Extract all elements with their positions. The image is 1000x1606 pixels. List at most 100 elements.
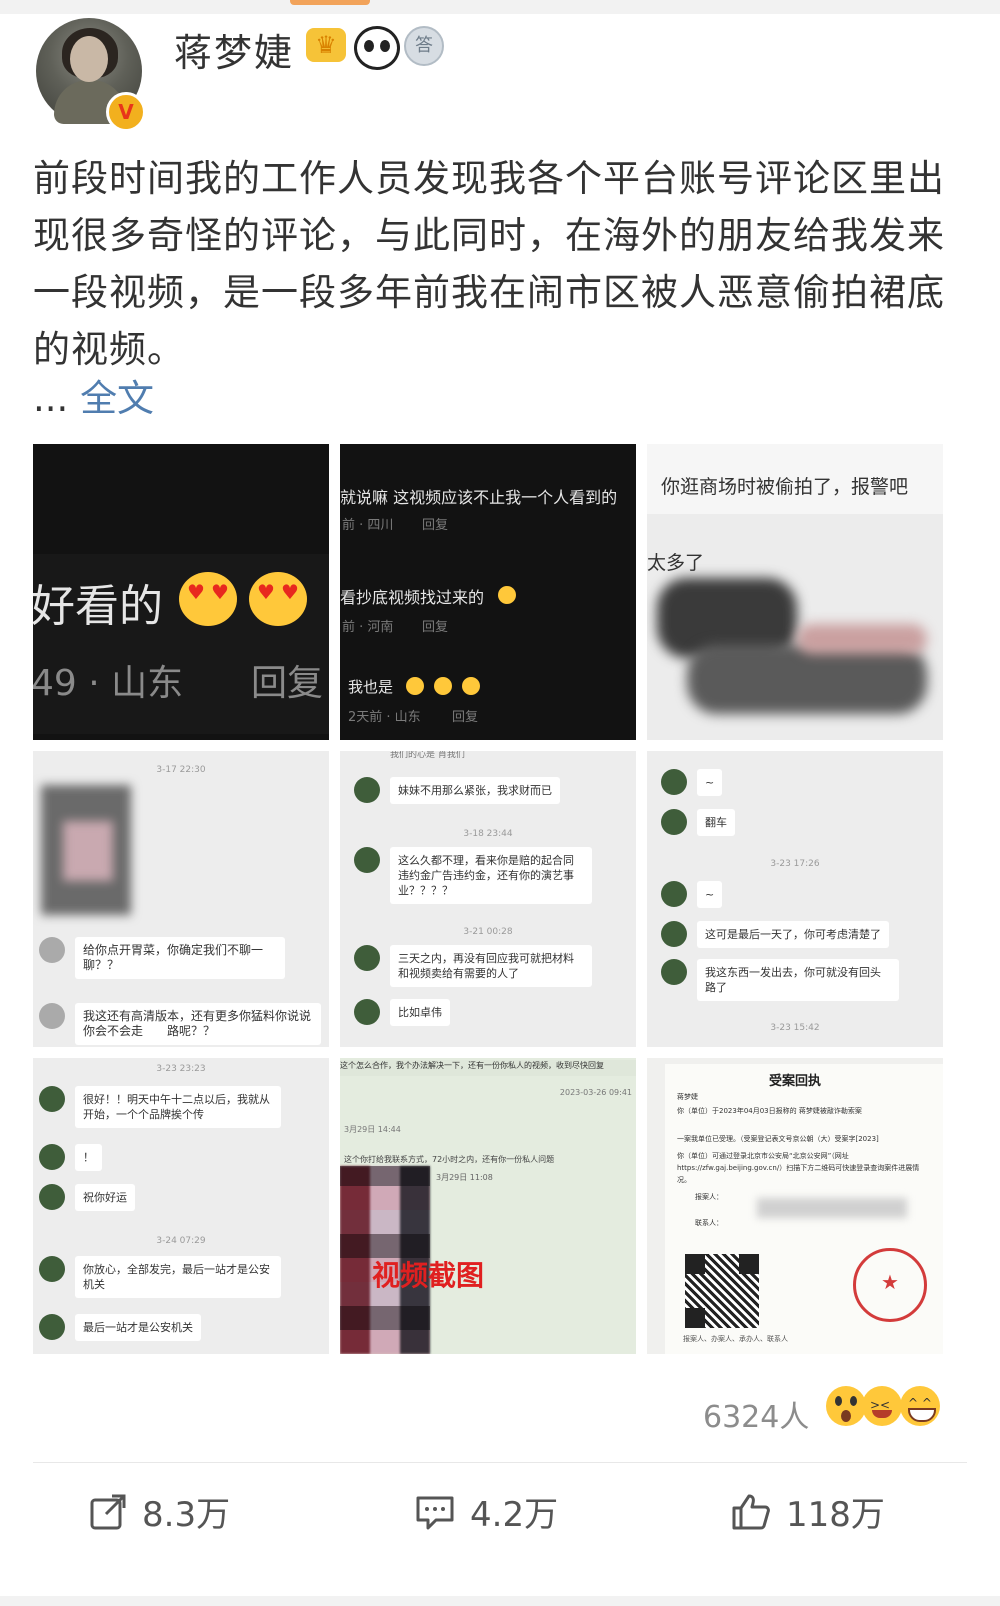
img4-time: 3-17 22:30 [156,765,206,775]
receipt-body-2: 你（单位）可通过登录北京市公安局“北京公安网”（网址 https://zfw.g… [677,1152,920,1184]
chat-bubble: ~ [697,769,723,796]
img2-comment-2: 看抄底视频找过来的 [340,588,485,607]
like-button[interactable]: 118万 [730,1487,885,1536]
ellipsis: ... [33,377,69,420]
img3-line2: 太多了 [647,552,705,574]
chat-bubble: 你放心，全部发完，最后一站才是公安机关 [75,1256,281,1298]
img1-reply: 回复 [251,663,324,704]
surprised-emoji-icon[interactable] [826,1386,866,1426]
image-2[interactable]: 就说嘛 这视频应该不止我一个人看到的 前 · 四川 回复 看抄底视频找过来的 前… [340,444,636,740]
img5-top: 我们的心是 肖我们 [390,751,465,760]
contact-avatar [39,937,65,963]
img8-sub2: 3月29日 14:44 [344,1125,401,1134]
img8-sub1: 2023-03-26 09:41 [559,1088,632,1097]
crown-icon[interactable]: ♛ [306,28,346,62]
thinking-emoji-icon [498,586,516,604]
image-9[interactable]: 受案回执 蒋梦婕 你（单位）于2023年04月03日报称的 蒋梦婕被敲诈勒索案 … [647,1058,943,1354]
contact-avatar [39,1314,65,1340]
contact-avatar [661,881,687,907]
contact-avatar [661,809,687,835]
image-6[interactable]: ~ 翻车 3-23 17:26 ~ 这可是最后一天了，你可考虑清楚了 我这东西一… [647,751,943,1047]
receipt-date: 你（单位）于2023年04月03日报称的 蒋梦婕被敲诈勒索案 [677,1107,862,1115]
police-stamp-icon: ★ [853,1248,927,1322]
chat-row: 这可是最后一天了，你可考虑清楚了 [661,921,889,948]
chat-row: 翻车 [661,809,735,836]
chat-bubble: 祝你好运 [75,1184,135,1211]
chat-bubble: 翻车 [697,809,735,836]
receipt-name: 蒋梦婕 [677,1093,698,1101]
chat-bubble: 这可是最后一天了，你可考虑清楚了 [697,921,889,948]
full-text-link[interactable]: 全文 [80,377,154,420]
divider [33,1462,967,1463]
chat-row: 你放心，全部发完，最后一站才是公安机关 [39,1256,281,1298]
post-text: 前段时间我的工作人员发现我各个平台账号评论区里出现很多奇怪的评论，与此同时，在海… [33,157,945,371]
chat-bubble: 给你点开胃菜，你确定我们不聊一聊？？ [75,937,285,979]
contact-avatar [354,999,380,1025]
chat-row: 这么久都不理，看来你是赔的起合同违约金广告违约金，还有你的演艺事业？？？？ [354,847,592,904]
heart-eyes-emoji-icon: ♥ ♥ [179,572,237,626]
img8-line1: 这个你打给我联系方式，72小时之内，还有你一份私人问题 [344,1155,555,1164]
panda-icon[interactable] [354,26,400,70]
read-more: ... 全文 [33,370,154,427]
contact-avatar [39,1086,65,1112]
emoji-icon [462,677,480,695]
img2-reply-1: 回复 [422,518,449,533]
receipt-footer: 报案人、办案人、承办人、联系人 [683,1335,788,1343]
receipt-body-1: 一案我单位已受理。（受案登记表文号京公朝（大）受案字[2023] [677,1135,879,1143]
medal-icon[interactable]: 答 [404,26,444,66]
chat-row: ~ [661,769,723,796]
video-screenshot-overlay: 视频截图 [372,1259,485,1292]
image-7[interactable]: 3-23 23:23 很好！！明天中午十二点以后，我就从 开始，一个个品牌挨个传… [33,1058,329,1354]
comment-icon [416,1496,454,1529]
img2-reply-3: 回复 [452,710,479,725]
img7-time-1: 3-23 23:23 [156,1064,206,1074]
contact-avatar [39,1144,65,1170]
emoji-icon [434,677,452,695]
image-3[interactable]: 你逛商场时被偷拍了，报警吧 太多了 [647,444,943,740]
image-5[interactable]: 我们的心是 肖我们 妹妹不用那么紧张，我求财而已 3-18 23:44 这么久都… [340,751,636,1047]
chat-bubble: 很好！！明天中午十二点以后，我就从 开始，一个个品牌挨个传 [75,1086,292,1128]
receipt-field-1: 报案人： [695,1193,723,1201]
img6-time-1: 3-23 17:26 [770,859,820,869]
grinning-emoji-icon[interactable]: ^ ^ [900,1386,940,1426]
chat-row: ！ [39,1144,102,1171]
chat-row: 给你点开胃菜，你确定我们不聊一聊？？ [39,937,285,979]
thumbs-up-icon [732,1494,770,1529]
chat-bubble: ~ [697,881,723,908]
comment-count: 4.2万 [470,1495,559,1535]
contact-avatar [39,1003,65,1029]
username[interactable]: 蒋梦婕 [174,22,294,77]
top-tab-indicator [290,0,370,5]
chat-bubble: ！ [75,1144,102,1171]
image-8[interactable]: 这个怎么合作，我个办法解决一下，还有一份你私人的视频，收到尽快回复 2023-0… [340,1058,636,1354]
image-1[interactable]: 好看的 ♥ ♥ ♥ ♥ 49 · 山东 回复 [33,444,329,740]
chat-row: ~ [661,881,723,908]
contact-avatar [661,921,687,947]
img2-meta-3: 2天前 · 山东 [348,710,421,725]
img5-time-1: 3-18 23:44 [463,829,513,839]
blurred-photo [63,821,113,881]
img8-header: 这个怎么合作，我个办法解决一下，还有一份你私人的视频，收到尽快回复 [340,1060,636,1076]
laughing-emoji-icon[interactable]: >< [862,1386,902,1426]
reaction-count[interactable]: 6324人 [703,1392,809,1436]
contact-avatar [354,847,380,873]
img8-line2: 3月29日 11:08 [436,1173,493,1182]
contact-avatar [354,945,380,971]
repost-icon [90,1494,126,1529]
img7-time-2: 3-24 07:29 [156,1236,206,1246]
avatar-face [70,36,108,82]
chat-bubble: 我这还有高清版本，还有更多你猛料你说说你会不会走 路呢？？ [75,1003,321,1045]
contact-avatar [39,1256,65,1282]
contact-avatar [354,777,380,803]
img2-comment-1: 就说嘛 这视频应该不止我一个人看到的 [340,488,618,507]
comment-button[interactable]: 4.2万 [414,1487,558,1536]
chat-bubble: 这么久都不理，看来你是赔的起合同违约金广告违约金，还有你的演艺事业？？？？ [390,847,592,904]
emoji-icon [406,677,424,695]
image-4[interactable]: 3-17 22:30 给你点开胃菜，你确定我们不聊一聊？？ 我这还有高清版本，还… [33,751,329,1047]
like-count: 118万 [786,1495,885,1535]
img3-line1: 你逛商场时被偷拍了，报警吧 [661,476,909,498]
chat-row: 妹妹不用那么紧张，我求财而已 [354,777,560,804]
repost-button[interactable]: 8.3万 [88,1487,230,1536]
img2-meta-1: 前 · 四川 [342,518,394,533]
chat-row: 三天之内，再没有回应我可就把材料和视频卖给有需要的人了 [354,945,592,987]
